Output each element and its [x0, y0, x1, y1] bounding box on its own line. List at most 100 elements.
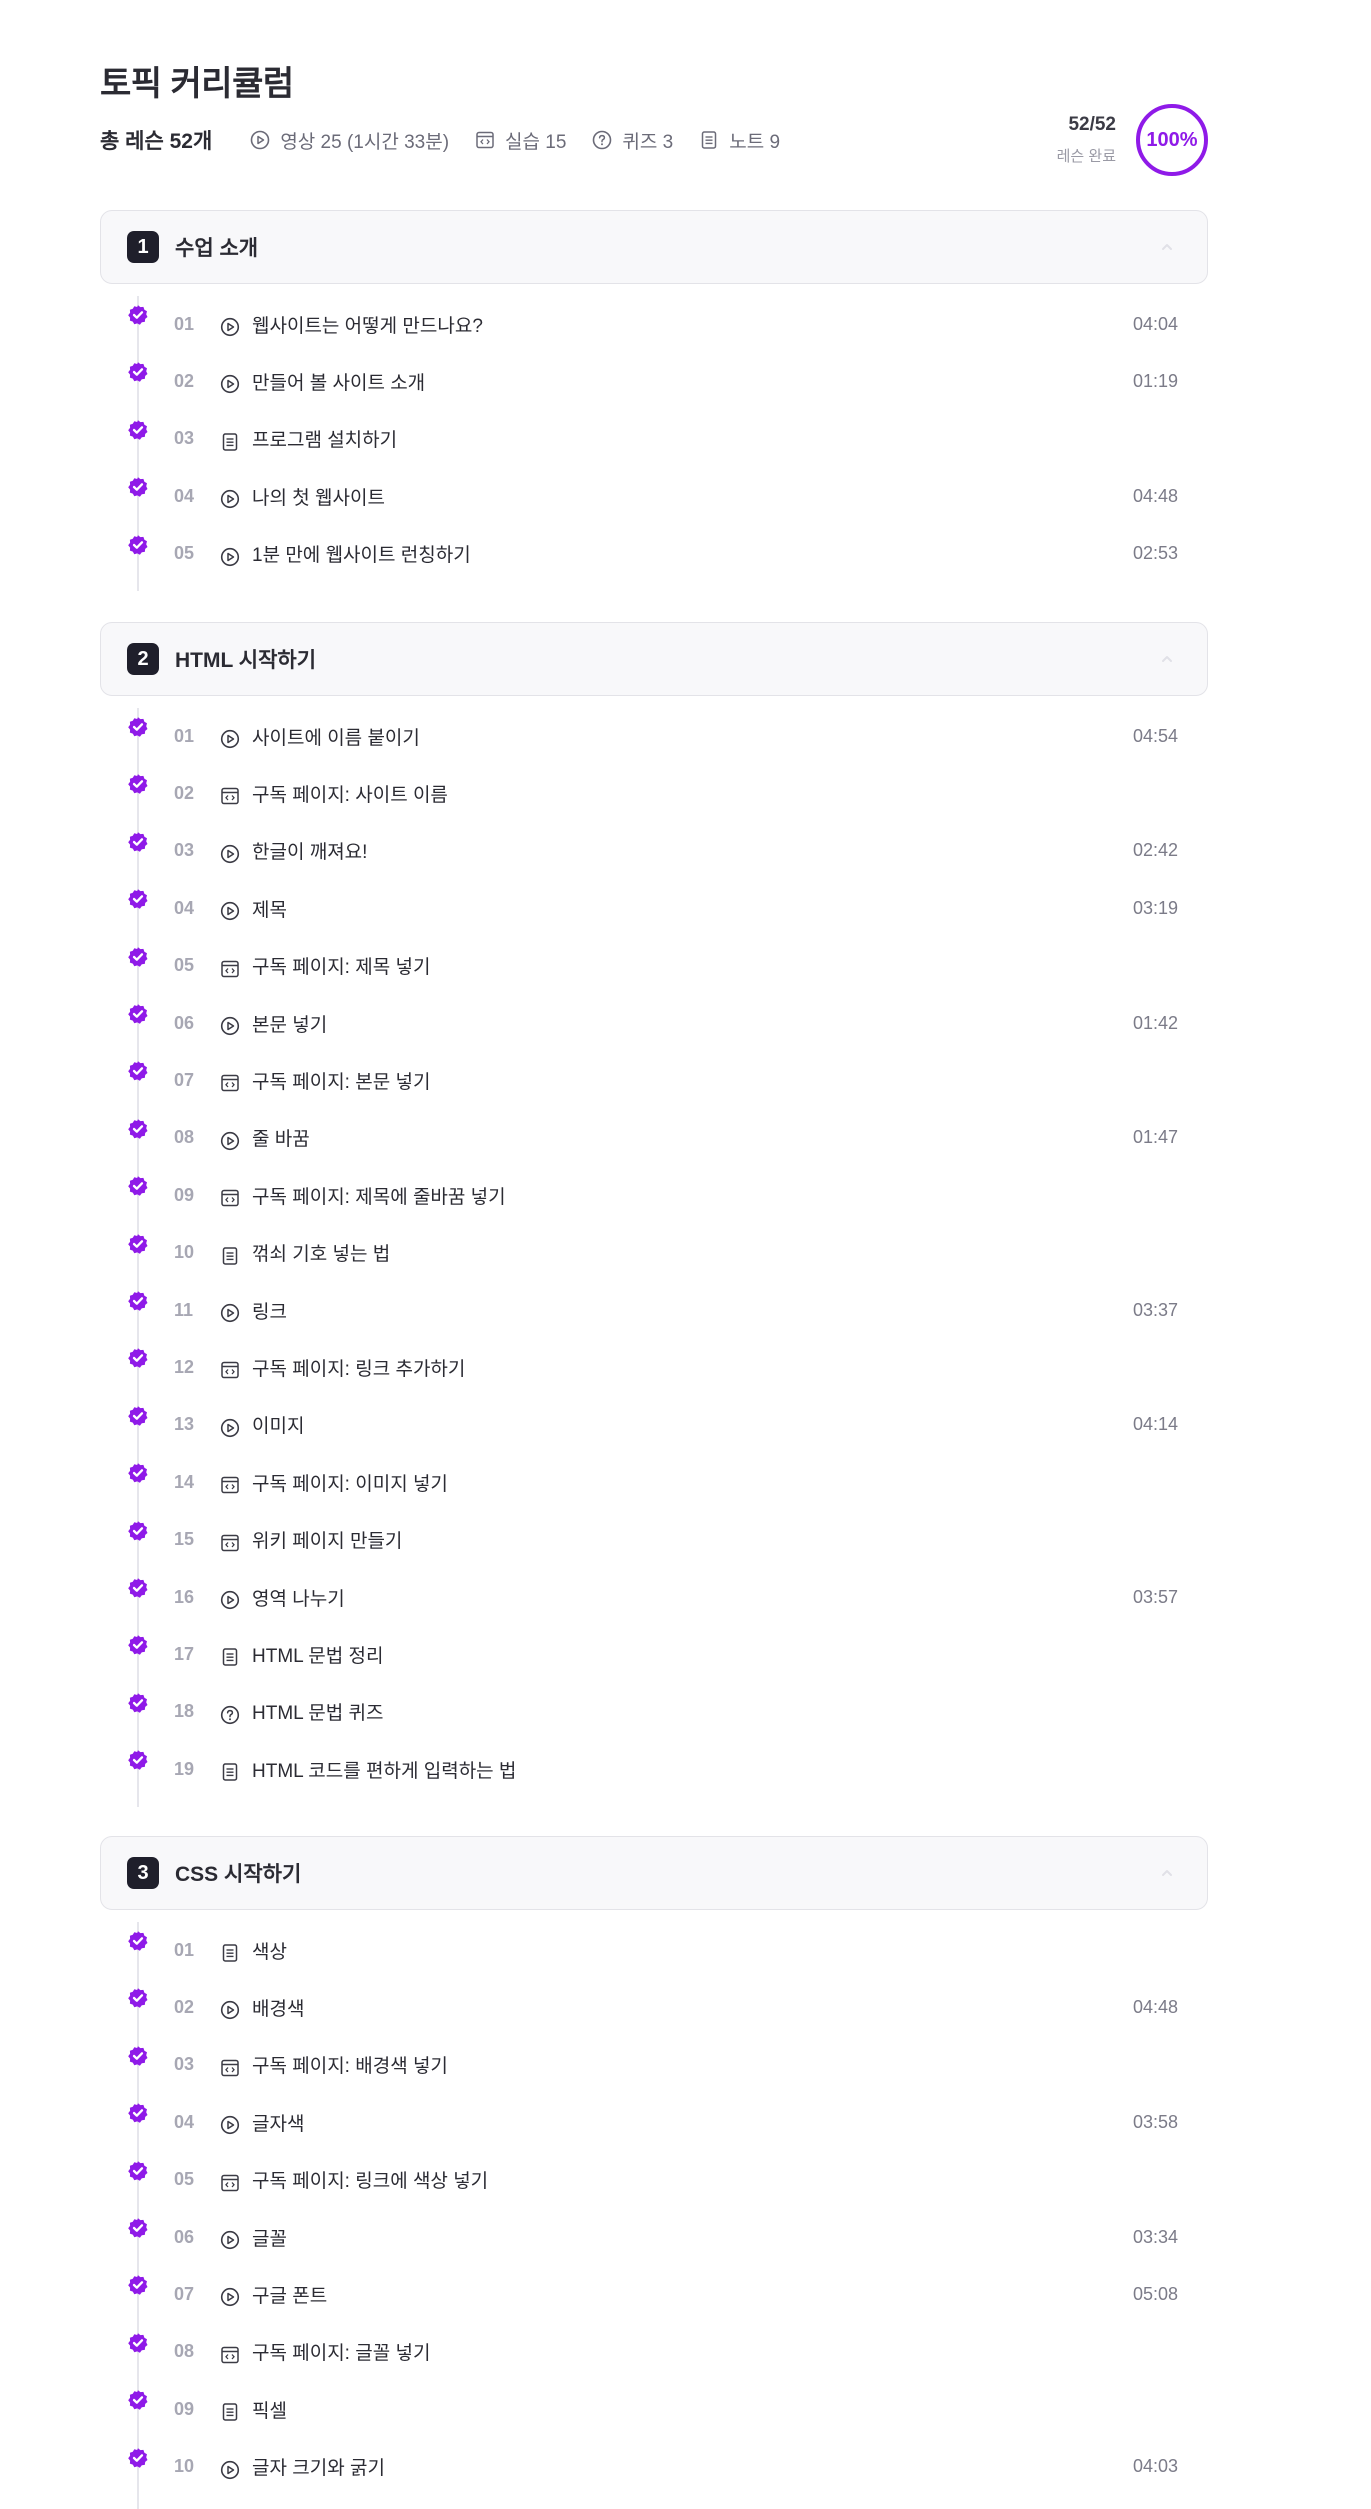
lesson-row[interactable]: 02 배경색 04:48	[100, 1987, 1208, 2027]
lesson-title: 줄 바꿈	[252, 1129, 310, 1151]
lesson-row[interactable]: 01 색상	[100, 1930, 1208, 1970]
lesson-row[interactable]: 09 픽셀	[100, 2389, 1208, 2429]
completed-check-icon	[128, 1931, 148, 1951]
lesson-row[interactable]: 05 구독 페이지: 제목 넣기	[100, 946, 1208, 986]
stat-note: 노트 9	[699, 127, 780, 154]
completed-check-icon	[128, 2332, 148, 2353]
lesson-title: 구독 페이지: 배경색 넣기	[252, 2056, 448, 2078]
stat-video: 영상 25 (1시간 33분)	[250, 127, 449, 154]
code-window-icon	[221, 1362, 239, 1379]
lesson-row[interactable]: 19 HTML 코드를 편하게 입력하는 법	[100, 1749, 1208, 1789]
lesson-row[interactable]: 17 HTML 문법 정리	[100, 1634, 1208, 1674]
completed-check-icon	[128, 1405, 148, 1426]
lesson-row[interactable]: 03 한글이 깨져요! 02:42	[100, 831, 1208, 871]
lesson-row[interactable]: 01 사이트에 이름 붙이기 04:54	[100, 716, 1208, 756]
lesson-row[interactable]: 04 제목 03:19	[100, 888, 1208, 928]
completed-check-icon	[128, 1176, 148, 1196]
lesson-row[interactable]: 02 구독 페이지: 사이트 이름	[100, 773, 1208, 813]
lesson-row[interactable]: 06 글꼴 03:34	[100, 2217, 1208, 2257]
play-circle-icon	[220, 2230, 240, 2250]
lesson-row[interactable]: 08 줄 바꿈 01:47	[100, 1118, 1208, 1158]
play-circle-icon	[220, 2001, 240, 2020]
note-document-icon	[222, 1246, 238, 1265]
lesson-row[interactable]: 12 구독 페이지: 링크 추가하기	[100, 1347, 1208, 1387]
lesson-row[interactable]: 06 본문 넣기 01:42	[100, 1003, 1208, 1043]
stat-quiz-label: 퀴즈 3	[622, 131, 674, 153]
lesson-title: 구독 페이지: 링크에 색상 넣기	[252, 2171, 489, 2193]
lesson-title: 구독 페이지: 이미지 넣기	[252, 1473, 448, 1495]
play-circle-icon	[220, 2288, 240, 2307]
play-circle-icon	[220, 844, 240, 863]
lesson-number: 16	[174, 1586, 195, 1607]
lesson-row[interactable]: 02 만들어 볼 사이트 소개 01:19	[100, 361, 1208, 401]
lesson-row[interactable]: 05 구독 페이지: 링크에 색상 넣기	[100, 2160, 1208, 2200]
lesson-duration: 04:03	[1132, 2456, 1178, 2477]
section-header-3[interactable]: 3 CSS 시작하기	[100, 1836, 1208, 1910]
lesson-title: 위키 페이지 만들기	[252, 1531, 403, 1553]
lesson-duration: 03:34	[1132, 2226, 1178, 2247]
question-circle-icon	[593, 130, 612, 150]
play-circle-icon	[220, 490, 240, 509]
chevron-up-icon[interactable]	[1159, 1865, 1175, 1881]
completed-check-icon	[128, 477, 148, 497]
chevron-up-icon[interactable]	[1159, 239, 1175, 255]
lesson-title: 제목	[252, 899, 287, 921]
lesson-number: 03	[174, 428, 195, 449]
lesson-row[interactable]: 04 나의 첫 웹사이트 04:48	[100, 476, 1208, 516]
lesson-row[interactable]: 07 구독 페이지: 본문 넣기	[100, 1060, 1208, 1100]
lesson-row[interactable]: 15 위키 페이지 만들기	[100, 1520, 1208, 1560]
completed-check-icon	[128, 1578, 148, 1598]
play-circle-icon	[220, 2460, 240, 2479]
lesson-title: 색상	[252, 1941, 287, 1963]
completed-check-icon	[128, 1061, 148, 1082]
play-circle-icon	[220, 317, 240, 337]
lesson-number: 12	[174, 1356, 195, 1377]
play-circle-icon	[220, 375, 240, 394]
stat-quiz: 퀴즈 3	[592, 127, 673, 154]
note-document-icon	[222, 2403, 238, 2421]
lesson-row[interactable]: 05 1분 만에 웹사이트 런칭하기 02:53	[100, 534, 1208, 574]
completed-check-icon	[128, 1463, 148, 1483]
lesson-row[interactable]: 08 구독 페이지: 글꼴 넣기	[100, 2332, 1208, 2372]
lesson-title: 구글 폰트	[252, 2285, 328, 2307]
lesson-row[interactable]: 09 구독 페이지: 제목에 줄바꿈 넣기	[100, 1175, 1208, 1215]
code-window-icon	[221, 2059, 239, 2077]
section-header-1[interactable]: 1 수업 소개	[100, 210, 1208, 284]
lesson-row[interactable]: 13 이미지 04:14	[100, 1405, 1208, 1445]
code-window-icon	[221, 2346, 239, 2364]
completed-check-icon	[128, 774, 148, 795]
chevron-up-icon[interactable]	[1159, 651, 1175, 667]
lesson-duration: 04:48	[1132, 1996, 1178, 2017]
play-circle-icon	[220, 547, 240, 566]
lesson-number: 09	[174, 1184, 195, 1205]
lesson-row[interactable]: 16 영역 나누기 03:57	[100, 1577, 1208, 1617]
lesson-title: 이미지	[252, 1416, 305, 1438]
lesson-duration: 04:54	[1132, 725, 1178, 746]
completed-check-icon	[128, 2160, 148, 2181]
lesson-row[interactable]: 18 HTML 문법 퀴즈	[100, 1692, 1208, 1732]
completed-check-icon	[128, 2275, 148, 2296]
lesson-number: 01	[174, 1939, 195, 1960]
lesson-row[interactable]: 10 꺾쇠 기호 넣는 법	[100, 1233, 1208, 1273]
lesson-number: 10	[174, 2456, 195, 2477]
lesson-row[interactable]: 10 글자 크기와 굵기 04:03	[100, 2447, 1208, 2487]
lesson-row[interactable]: 04 글자색 03:58	[100, 2102, 1208, 2142]
play-circle-icon	[220, 2116, 240, 2135]
lesson-number: 08	[174, 2341, 195, 2362]
lesson-number: 08	[174, 1127, 195, 1148]
lesson-title: 글자 크기와 굵기	[252, 2458, 385, 2480]
lesson-row[interactable]: 03 프로그램 설치하기	[100, 419, 1208, 459]
lesson-row[interactable]: 14 구독 페이지: 이미지 넣기	[100, 1462, 1208, 1502]
lesson-number: 02	[174, 370, 195, 391]
lesson-row[interactable]: 11 링크 03:37	[100, 1290, 1208, 1330]
lesson-number: 01	[174, 725, 195, 746]
play-circle-icon	[220, 729, 240, 749]
lesson-row[interactable]: 07 구글 폰트 05:08	[100, 2274, 1208, 2314]
lesson-title: 사이트에 이름 붙이기	[252, 727, 420, 749]
play-circle-icon	[220, 1590, 240, 1610]
lesson-row[interactable]: 03 구독 페이지: 배경색 넣기	[100, 2045, 1208, 2085]
section-header-2[interactable]: 2 HTML 시작하기	[100, 622, 1208, 696]
lesson-row[interactable]: 01 웹사이트는 어떻게 만드나요? 04:04	[100, 304, 1208, 344]
lesson-title: 프로그램 설치하기	[252, 430, 398, 452]
completed-check-icon	[128, 305, 148, 325]
